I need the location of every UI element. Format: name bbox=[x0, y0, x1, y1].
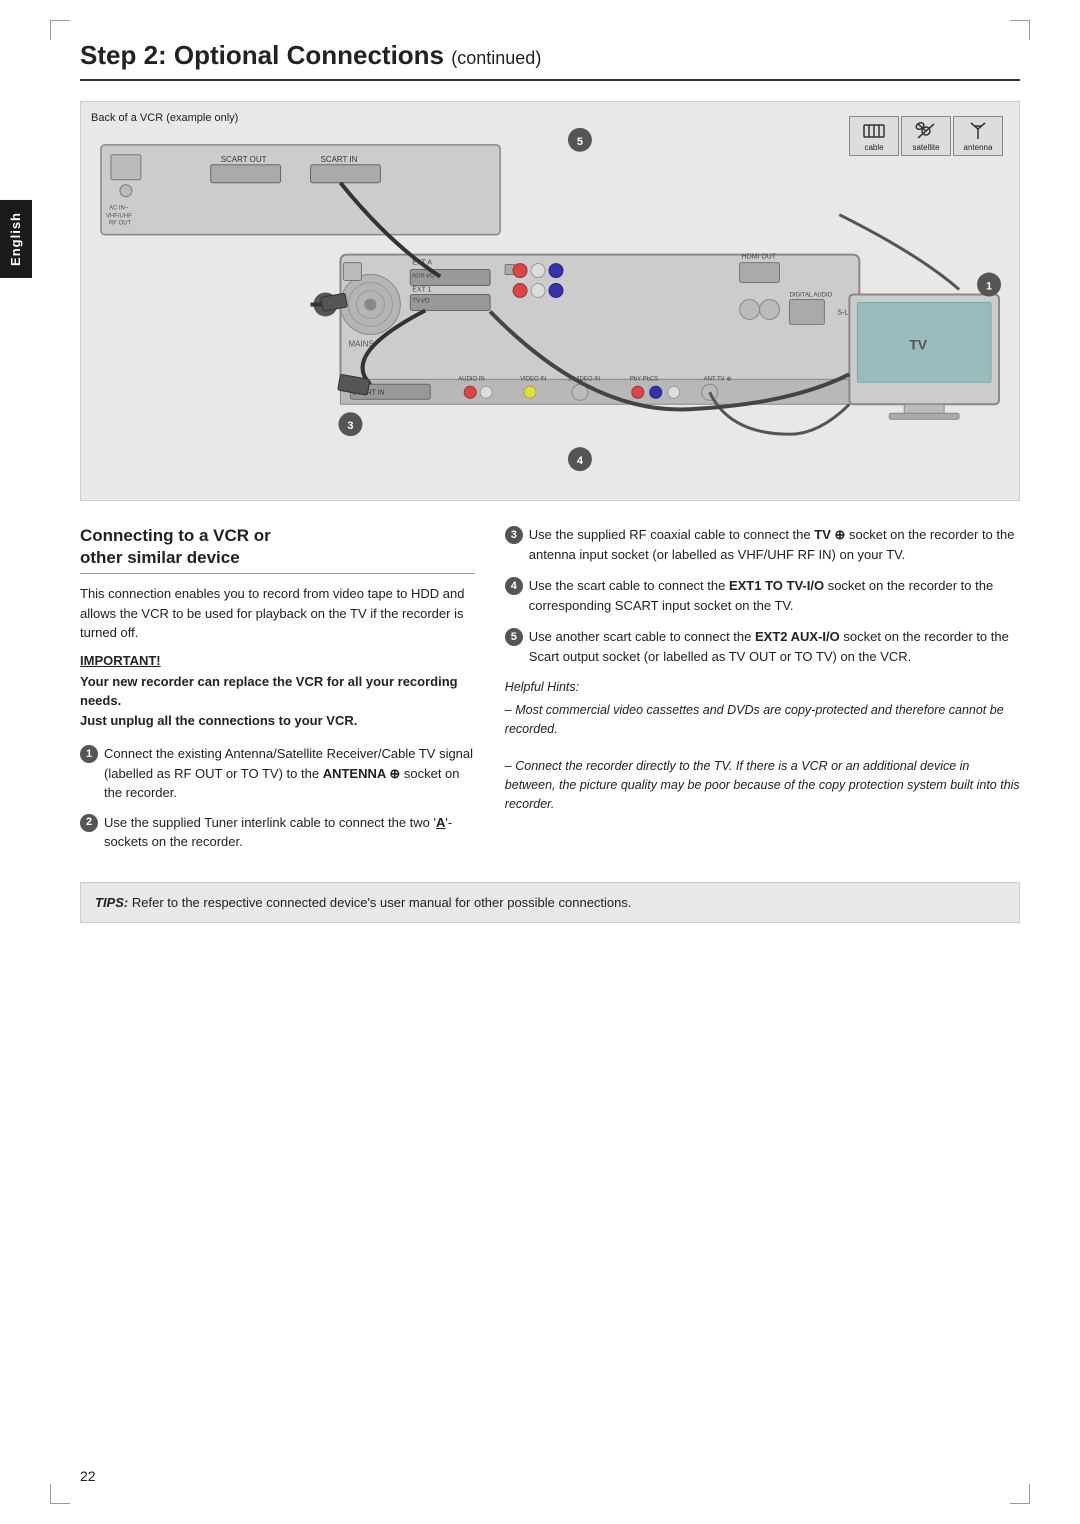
corner-mark-br bbox=[1010, 1484, 1030, 1504]
english-tab: English bbox=[0, 200, 32, 278]
tips-label: TIPS: bbox=[95, 895, 128, 910]
right-numbered-list: 3 Use the supplied RF coaxial cable to c… bbox=[505, 525, 1020, 666]
left-numbered-list: 1 Connect the existing Antenna/Satellite… bbox=[80, 744, 475, 852]
section-heading: Connecting to a VCR or other similar dev… bbox=[80, 525, 475, 574]
satellite-icon-badge: satellite bbox=[901, 116, 951, 156]
hint-1: – Most commercial video cassettes and DV… bbox=[505, 701, 1020, 739]
svg-text:AUDIO IN: AUDIO IN bbox=[458, 376, 485, 382]
intro-text: This connection enables you to record fr… bbox=[80, 584, 475, 643]
svg-text:HDMI OUT: HDMI OUT bbox=[742, 254, 777, 261]
cable-label: cable bbox=[864, 143, 883, 152]
corner-mark-bl bbox=[50, 1484, 70, 1504]
right-column: 3 Use the supplied RF coaxial cable to c… bbox=[505, 525, 1020, 862]
right-list-item-3: 3 Use the supplied RF coaxial cable to c… bbox=[505, 525, 1020, 564]
diagram-label: Back of a VCR (example only) bbox=[91, 112, 238, 124]
step-1-circle: 1 bbox=[80, 745, 98, 763]
svg-text:AUX-I/O: AUX-I/O bbox=[412, 274, 435, 280]
svg-text:4: 4 bbox=[577, 455, 584, 467]
corner-mark-tl bbox=[50, 20, 70, 40]
svg-text:DIGITAL AUDIO: DIGITAL AUDIO bbox=[789, 292, 832, 298]
page-container: English Step 2: Optional Connections (co… bbox=[0, 0, 1080, 1524]
svg-text:VHF/UHF: VHF/UHF bbox=[106, 214, 132, 220]
hint-2: – Connect the recorder directly to the T… bbox=[505, 757, 1020, 813]
tips-box: TIPS: Refer to the respective connected … bbox=[80, 882, 1020, 924]
page-title: Step 2: Optional Connections (continued) bbox=[80, 40, 1020, 81]
right-item-5-text: Use another scart cable to connect the E… bbox=[529, 627, 1020, 666]
svg-text:TV-I/O: TV-I/O bbox=[412, 298, 430, 304]
satellite-label: satellite bbox=[912, 143, 939, 152]
svg-text:ANT TV ⊕: ANT TV ⊕ bbox=[704, 376, 732, 382]
left-item-1-text: Connect the existing Antenna/Satellite R… bbox=[104, 744, 475, 803]
antenna-label: antenna bbox=[964, 143, 993, 152]
right-item-4-text: Use the scart cable to connect the EXT1 … bbox=[529, 576, 1020, 615]
page-number: 22 bbox=[80, 1468, 96, 1484]
svg-text:RF OUT: RF OUT bbox=[109, 221, 132, 227]
two-column-section: Connecting to a VCR or other similar dev… bbox=[80, 525, 1020, 862]
icon-badges: cable satellite anten bbox=[849, 116, 1003, 156]
svg-text:VIDEO IN: VIDEO IN bbox=[520, 376, 546, 382]
diagram-box: Back of a VCR (example only) cable bbox=[80, 101, 1020, 501]
svg-text:5: 5 bbox=[577, 136, 583, 148]
svg-text:SCART IN: SCART IN bbox=[321, 155, 358, 164]
svg-text:3: 3 bbox=[347, 420, 353, 432]
corner-mark-tr bbox=[1010, 20, 1030, 40]
helpful-hints: Helpful Hints: – Most commercial video c… bbox=[505, 678, 1020, 813]
svg-text:PbY PbCS: PbY PbCS bbox=[630, 376, 658, 382]
right-list-item-4: 4 Use the scart cable to connect the EXT… bbox=[505, 576, 1020, 615]
antenna-icon-badge: antenna bbox=[953, 116, 1003, 156]
page-title-continued: (continued) bbox=[451, 48, 541, 68]
svg-text:SCART OUT: SCART OUT bbox=[221, 155, 267, 164]
right-item-3-text: Use the supplied RF coaxial cable to con… bbox=[529, 525, 1020, 564]
svg-text:TV: TV bbox=[909, 336, 928, 352]
diagram-svg: SCART OUT SCART IN AC IN~ VHF/UHF RF OUT… bbox=[91, 112, 1009, 472]
cable-icon-badge: cable bbox=[849, 116, 899, 156]
important-label: IMPORTANT! bbox=[80, 653, 475, 668]
svg-text:AC IN~: AC IN~ bbox=[109, 206, 129, 212]
important-text: Your new recorder can replace the VCR fo… bbox=[80, 672, 475, 731]
step-3-circle: 3 bbox=[505, 526, 523, 544]
left-list-item-2: 2 Use the supplied Tuner interlink cable… bbox=[80, 813, 475, 852]
left-column: Connecting to a VCR or other similar dev… bbox=[80, 525, 475, 862]
svg-text:EXT 1: EXT 1 bbox=[412, 287, 431, 294]
step-4-circle: 4 bbox=[505, 577, 523, 595]
left-item-2-text: Use the supplied Tuner interlink cable t… bbox=[104, 813, 475, 852]
svg-text:1: 1 bbox=[986, 281, 992, 293]
helpful-hints-title: Helpful Hints: bbox=[505, 678, 1020, 697]
step-2-circle: 2 bbox=[80, 814, 98, 832]
step-5-circle: 5 bbox=[505, 628, 523, 646]
right-list-item-5: 5 Use another scart cable to connect the… bbox=[505, 627, 1020, 666]
left-list-item-1: 1 Connect the existing Antenna/Satellite… bbox=[80, 744, 475, 803]
